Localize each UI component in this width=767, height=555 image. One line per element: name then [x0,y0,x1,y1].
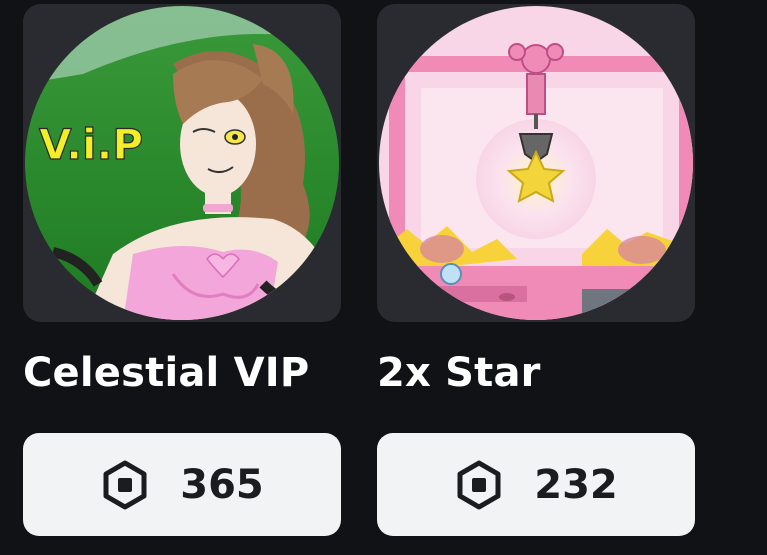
robux-icon [103,460,147,509]
vip-character-image: V.i.P [25,6,339,320]
gamepass-name: 2x Star [377,350,541,396]
gamepass-card-celestial-vip: V.i.P Celestial VIP 365 [23,4,341,536]
price-label: 365 [180,461,264,508]
gamepass-name: Celestial VIP [23,350,310,396]
claw-machine-star-image [379,6,693,320]
robux-icon [457,460,501,509]
price-label: 232 [534,461,618,508]
gamepass-card-2x-star: 2x Star 232 [377,4,695,536]
gamepass-grid: V.i.P Celestial VIP 365 2x Star 232 [0,0,767,555]
buy-button-celestial-vip[interactable]: 365 [23,433,341,536]
buy-button-2x-star[interactable]: 232 [377,433,695,536]
gamepass-thumbnail[interactable] [377,4,695,322]
vip-logo-text: V.i.P [39,120,143,169]
gamepass-thumbnail[interactable]: V.i.P [23,4,341,322]
